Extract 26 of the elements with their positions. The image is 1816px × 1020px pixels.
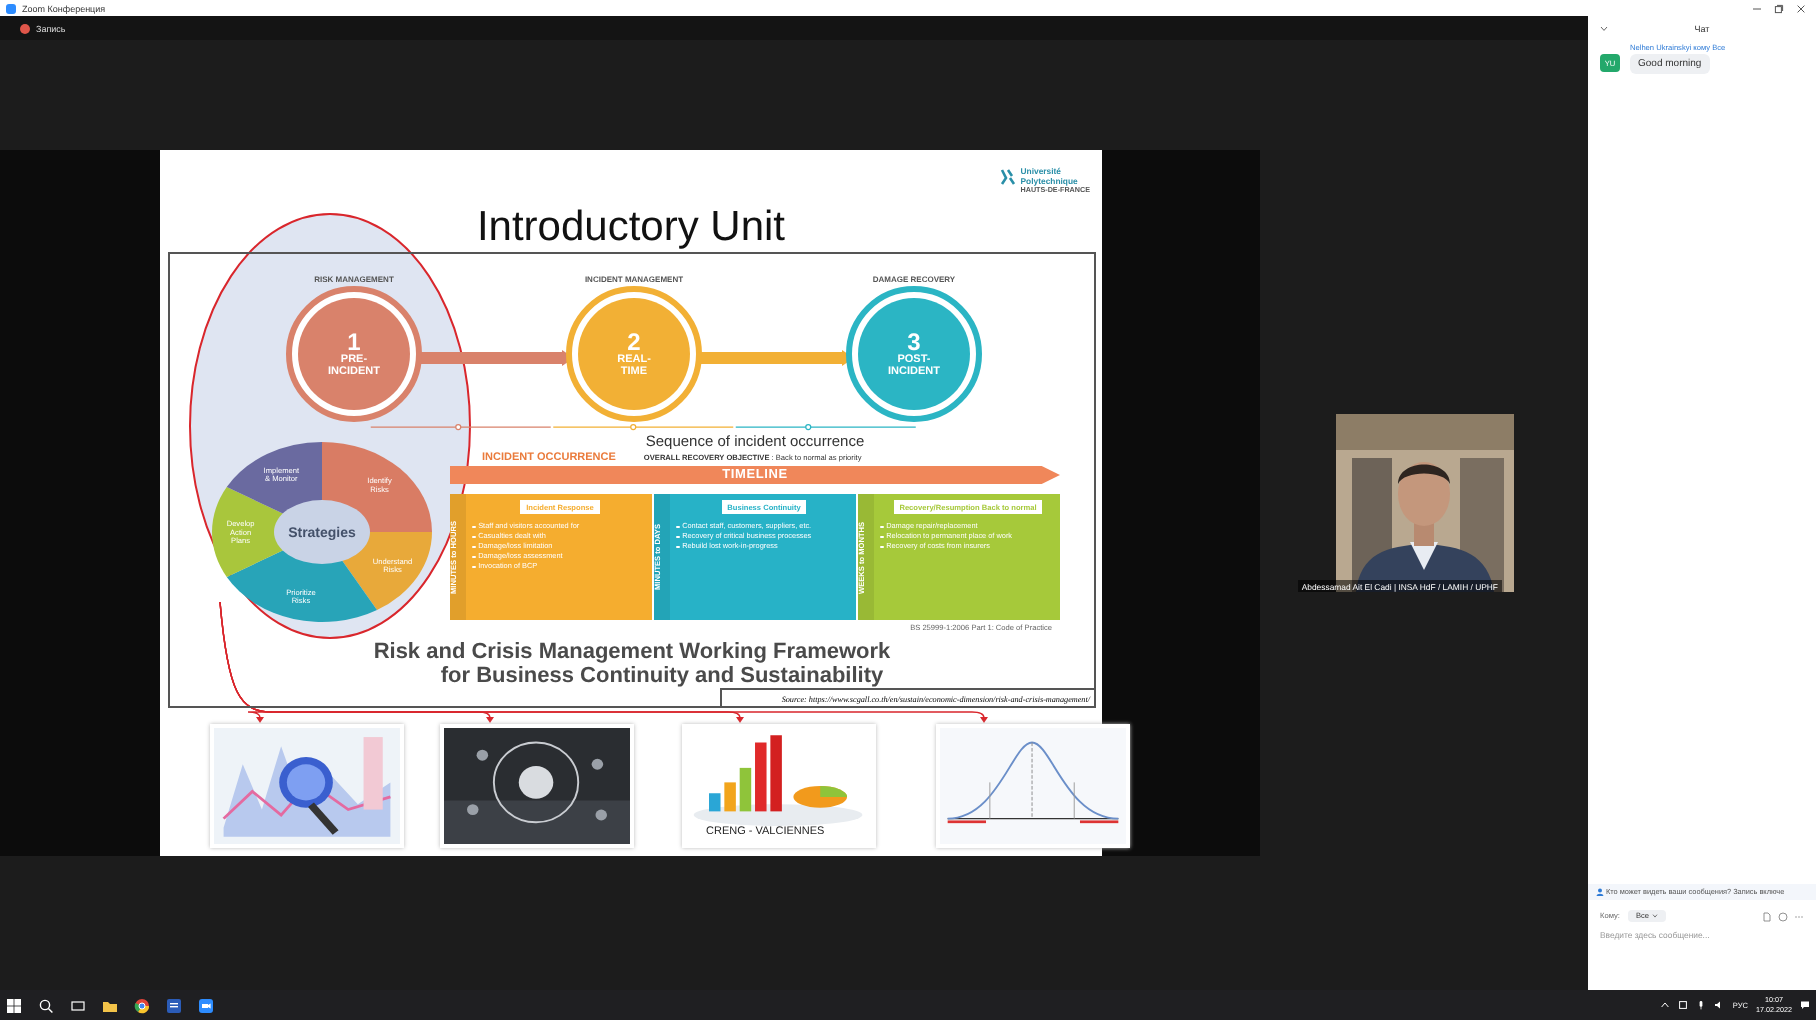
document-app-icon[interactable]	[166, 997, 182, 1013]
close-icon[interactable]	[1796, 4, 1806, 14]
emoji-icon[interactable]	[1778, 911, 1788, 921]
framework-title: for Business Continuity and Sustainability	[438, 664, 886, 688]
people-icon	[1596, 888, 1604, 896]
notification-icon[interactable]	[1800, 1000, 1810, 1010]
cycle-center	[274, 500, 370, 564]
video-app-icon[interactable]	[198, 997, 214, 1013]
restore-icon[interactable]	[1774, 4, 1784, 14]
start-icon[interactable]	[6, 997, 22, 1013]
caret-icon	[1651, 914, 1658, 918]
app-icon	[6, 3, 16, 13]
slide-title: Introductory Unit	[476, 204, 786, 252]
stage-number: 1	[347, 329, 361, 353]
chevron-up-icon[interactable]	[1660, 1000, 1671, 1010]
logo-icon	[1000, 168, 1017, 186]
framework-title: Risk and Crisis Management Working Framework	[371, 640, 893, 664]
folder-icon[interactable]	[102, 997, 118, 1013]
stage-number: 3	[907, 329, 921, 353]
stage-number: 2	[627, 329, 641, 353]
search-icon[interactable]	[38, 997, 54, 1013]
browser-icon[interactable]	[134, 997, 150, 1013]
speaker-icon[interactable]	[1714, 1000, 1725, 1010]
collapse-icon[interactable]	[1600, 25, 1608, 31]
task-view-icon[interactable]	[70, 997, 86, 1013]
record-icon	[20, 23, 30, 33]
